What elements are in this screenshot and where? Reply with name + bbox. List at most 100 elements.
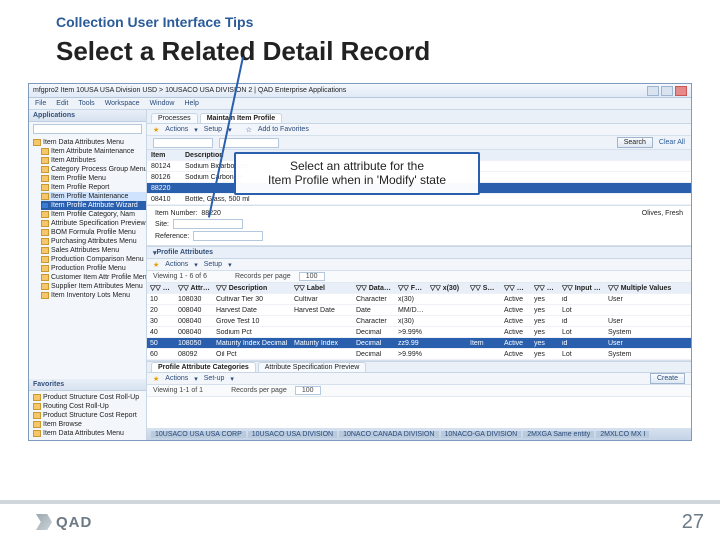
slide-kicker: Collection User Interface Tips xyxy=(56,14,720,30)
folder-icon xyxy=(41,184,49,191)
tab-maintain-item-profile[interactable]: Maintain Item Profile xyxy=(200,113,282,123)
status-segment[interactable]: 10USACO USA DIVISION xyxy=(248,431,337,438)
menu-edit[interactable]: Edit xyxy=(56,100,68,107)
search-button[interactable]: Search xyxy=(617,137,653,148)
site-input[interactable] xyxy=(173,219,243,229)
sidebar-item[interactable]: Production Comparison Menu xyxy=(41,255,146,264)
status-segment[interactable]: 10NACO CANADA DIVISION xyxy=(339,431,438,438)
sidebar-item[interactable]: BOM Formula Profile Menu xyxy=(41,228,146,237)
filter-field-1[interactable] xyxy=(153,138,213,148)
attribute-row[interactable]: 40008040Sodium PctDecimal>9.99%Activeyes… xyxy=(147,327,691,338)
maximize-button[interactable] xyxy=(661,86,673,96)
attr-col-header[interactable]: ▽▽ Status xyxy=(501,284,531,292)
folder-icon xyxy=(41,193,49,200)
sidebar-item[interactable]: Supplier Item Attributes Menu xyxy=(41,282,146,291)
sidebar-item[interactable]: Customer Item Attr Profile Menu xyxy=(41,273,146,282)
attribute-grid: ▽▽ Sequence▽▽ Attribute ID▽▽ Description… xyxy=(147,283,691,361)
star-icon: ★ xyxy=(153,375,159,383)
sidebar-item[interactable]: Production Profile Menu xyxy=(41,264,146,273)
menu-tools[interactable]: Tools xyxy=(78,100,94,107)
tab-processes[interactable]: Processes xyxy=(151,113,198,123)
attribute-row[interactable]: 50108050Maturity Index DecimalMaturity I… xyxy=(147,338,691,349)
create-button[interactable]: Create xyxy=(650,373,685,384)
favorite-item[interactable]: Product Structure Cost Roll-Up xyxy=(33,393,146,402)
folder-icon xyxy=(41,229,49,236)
sidebar-item[interactable]: Attribute Specification Preview xyxy=(41,219,146,228)
tree-root[interactable]: Item Data Attributes Menu xyxy=(33,138,146,147)
status-segment[interactable]: 2MXLCO MX I xyxy=(596,431,649,438)
sidebar-item[interactable]: Item Inventory Lots Menu xyxy=(41,291,146,300)
menu-search-input[interactable] xyxy=(33,124,142,134)
toolbar-setup[interactable]: Setup xyxy=(204,126,222,133)
toolbar-add-favorite[interactable]: Add to Favorites xyxy=(258,126,309,133)
attribute-row[interactable]: 10108030Cultivar Tier 30CultivarCharacte… xyxy=(147,294,691,305)
folder-icon xyxy=(41,238,49,245)
menu-tree: Item Data Attributes Menu Item Attribute… xyxy=(29,136,146,379)
profile-actions[interactable]: Actions xyxy=(165,261,188,268)
attr-col-header[interactable]: ▽▽ Attribute ID xyxy=(175,284,213,292)
reference-input[interactable] xyxy=(193,231,263,241)
favorite-item[interactable]: Routing Cost Roll-Up xyxy=(33,402,146,411)
folder-icon xyxy=(41,292,49,299)
attr-col-header[interactable]: ▽▽ Description xyxy=(213,284,291,292)
close-button[interactable] xyxy=(675,86,687,96)
filter-row: Search Clear All xyxy=(147,136,691,150)
sub-actions[interactable]: Actions xyxy=(165,375,188,382)
favorite-item[interactable]: Product Structure Cost Report xyxy=(33,411,146,420)
sidebar-item[interactable]: Item Profile Maintenance xyxy=(41,192,146,201)
sidebar-item[interactable]: Sales Attributes Menu xyxy=(41,246,146,255)
clear-all-link[interactable]: Clear All xyxy=(659,139,685,146)
window-titlebar[interactable]: mfgpro2 Item 10USA USA Division USD > 10… xyxy=(29,84,691,98)
sidebar-item[interactable]: Item Profile Menu xyxy=(41,174,146,183)
sidebar-favorites-header[interactable]: Favorites xyxy=(29,379,146,391)
sidebar-item[interactable]: Item Profile Attribute Wizard xyxy=(41,201,146,210)
status-segment[interactable]: 10NACO-GA DIVISION xyxy=(441,431,522,438)
tab-attr-spec-preview[interactable]: Attribute Specification Preview xyxy=(258,362,367,372)
attr-col-header[interactable]: ▽▽ Source xyxy=(467,284,501,292)
attribute-row[interactable]: 6008092Oil PctDecimal>9.99%ActiveyesLotS… xyxy=(147,349,691,360)
item-row[interactable]: 08410Bottle, Glass, 500 ml xyxy=(147,194,691,205)
pager-pp-input[interactable]: 100 xyxy=(299,272,325,281)
sidebar-item[interactable]: Item Attributes xyxy=(41,156,146,165)
sidebar-item[interactable]: Purchasing Attributes Menu xyxy=(41,237,146,246)
toolbar-actions[interactable]: Actions xyxy=(165,126,188,133)
attr-col-header[interactable]: ▽▽ Datatype xyxy=(353,284,395,292)
status-segment[interactable]: 10USACO USA USA CORP xyxy=(151,431,246,438)
sidebar-item[interactable]: Item Profile Report xyxy=(41,183,146,192)
attr-col-header[interactable]: ▽▽ Sequence xyxy=(147,284,175,292)
profile-setup[interactable]: Setup xyxy=(204,261,222,268)
menu-file[interactable]: File xyxy=(35,100,46,107)
minimize-button[interactable] xyxy=(647,86,659,96)
tab-profile-attr-categories[interactable]: Profile Attribute Categories xyxy=(151,362,256,372)
menu-window[interactable]: Window xyxy=(150,100,175,107)
pager-pp-label: Records per page xyxy=(235,273,291,280)
sidebar-item[interactable]: Category Process Group Menu xyxy=(41,165,146,174)
status-segment[interactable]: 2MXGA Same entity xyxy=(523,431,594,438)
attribute-row[interactable]: 30008040Grove Test 10Characterx(30)Activ… xyxy=(147,316,691,327)
folder-icon xyxy=(41,220,49,227)
slide-title: Select a Related Detail Record xyxy=(56,36,720,67)
window-title: mfgpro2 Item 10USA USA Division USD > 10… xyxy=(33,87,346,94)
folder-icon xyxy=(41,211,49,218)
attr-col-header[interactable]: ▽▽ Format xyxy=(395,284,427,292)
sidebar-item[interactable]: Item Profile Category, Nam xyxy=(41,210,146,219)
folder-icon xyxy=(41,157,49,164)
folder-icon xyxy=(41,175,49,182)
sub-setup[interactable]: Set-up xyxy=(204,375,225,382)
attr-col-header[interactable]: ▽▽ Multiple Values xyxy=(605,284,691,292)
attr-col-header[interactable]: ▽▽ x(30) xyxy=(427,284,467,292)
attr-col-header[interactable]: ▽▽ Label xyxy=(291,284,353,292)
profile-attributes-header[interactable]: ▾ Profile Attributes xyxy=(147,246,691,259)
sidebar-item[interactable]: Item Attribute Maintenance xyxy=(41,147,146,156)
favorite-item[interactable]: Item Data Attributes Menu xyxy=(33,429,146,438)
menu-workspace[interactable]: Workspace xyxy=(105,100,140,107)
folder-icon xyxy=(33,139,41,146)
favorite-item[interactable]: Item Browse xyxy=(33,420,146,429)
sidebar-applications-header[interactable]: Applications xyxy=(29,110,146,122)
menu-help[interactable]: Help xyxy=(184,100,198,107)
sub-pager-pp-input[interactable]: 100 xyxy=(295,386,321,395)
filter-field-2[interactable] xyxy=(219,138,279,148)
attribute-row[interactable]: 20008040Harvest DateHarvest DateDateMM/D… xyxy=(147,305,691,316)
attr-col-header[interactable]: ▽▽ Input Method xyxy=(559,284,605,292)
attr-col-header[interactable]: ▽▽ Level xyxy=(531,284,559,292)
